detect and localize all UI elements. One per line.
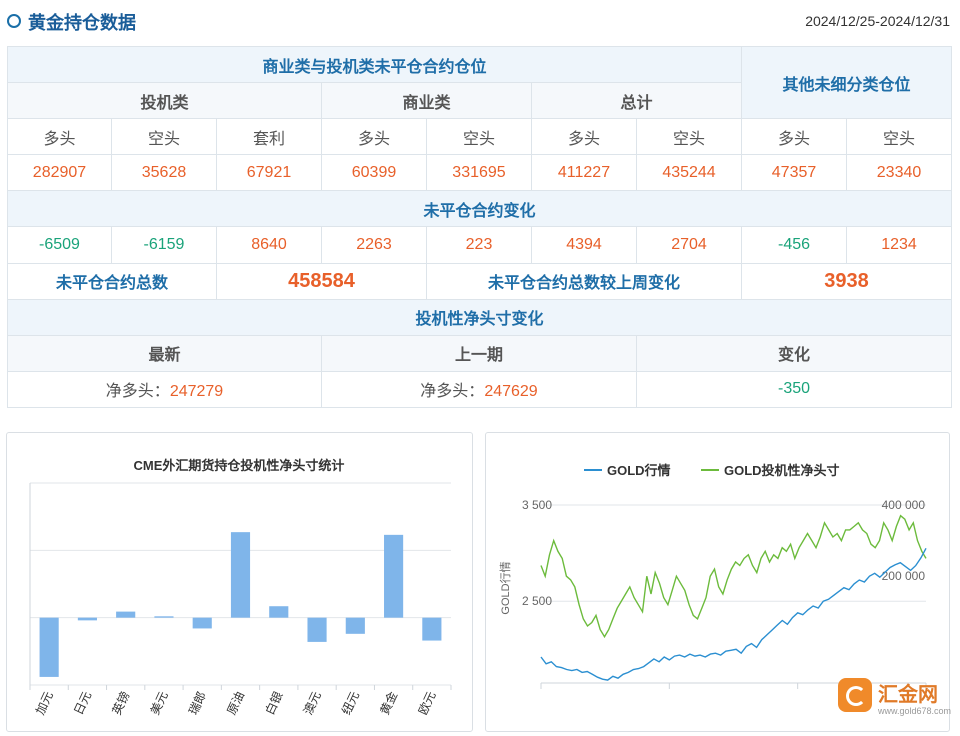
page-header: 黄金持仓数据 2024/12/25-2024/12/31	[0, 0, 960, 44]
watermark-logo-icon	[838, 678, 872, 712]
left-axis-tick: 3 500	[522, 498, 552, 512]
bar-加元	[39, 617, 59, 677]
bar-x-label: 澳元	[301, 689, 324, 717]
bar-x-label: 欧元	[416, 689, 439, 717]
bar-欧元	[422, 617, 442, 641]
bar-chart-panel: CME外汇期货持仓投机性净头寸统计 加元 日元 英镑 美元 瑞郎 原油 白银 澳元 纽元 黄金 欧元	[6, 432, 473, 732]
col-long: 多头	[7, 118, 112, 156]
bar-白银	[269, 606, 289, 618]
value-cell: 23340	[846, 154, 953, 192]
change-title: 未平仓合约变化	[6, 190, 953, 228]
bar-原油	[230, 532, 251, 618]
series-gold-price	[540, 547, 927, 681]
y-axis-label: GOLD行情	[499, 561, 512, 614]
legend-net-label: GOLD投机性净头寸	[724, 463, 840, 478]
date-range: 2024/12/25-2024/12/31	[805, 13, 950, 29]
change-cell: 223	[426, 226, 532, 264]
bar-x-label: 黄金	[377, 689, 401, 717]
net-previous-value: 247629	[484, 383, 538, 401]
change-cell: 2263	[321, 226, 427, 264]
bar-纽元	[345, 617, 365, 634]
change-cell: 4394	[531, 226, 637, 264]
legend-gold-label: GOLD行情	[607, 463, 671, 478]
bar-美元	[154, 616, 174, 618]
bar-瑞郎	[192, 617, 212, 629]
value-cell: 60399	[321, 154, 427, 192]
oi-change-value: 3938	[741, 262, 953, 300]
watermark-name: 汇金网	[878, 684, 938, 706]
bar-澳元	[307, 617, 327, 642]
speculative-header: 投机类	[7, 82, 322, 120]
series-gold-net-position	[540, 514, 927, 639]
bar-x-label: 美元	[148, 689, 171, 717]
watermark-site: www.gold678.com	[878, 706, 952, 716]
col-short: 空头	[111, 118, 217, 156]
oi-total-value: 458584	[216, 262, 427, 300]
col-arb: 套利	[216, 118, 322, 156]
col-long: 多头	[321, 118, 427, 156]
title-circle-icon	[7, 14, 21, 28]
net-change-header: 变化	[635, 334, 953, 372]
change-cell: 1234	[846, 226, 953, 264]
value-cell: 411227	[531, 154, 637, 192]
net-latest-value: 247279	[169, 383, 224, 401]
commercial-header: 商业类	[321, 82, 532, 120]
bar-x-label: 英镑	[109, 689, 133, 717]
group-title: 商业类与投机类未平仓合约仓位	[6, 45, 743, 84]
value-cell: 331695	[426, 154, 532, 192]
bar-x-label: 瑞郎	[186, 689, 209, 717]
change-cell: 2704	[635, 226, 743, 264]
bar-黄金	[384, 534, 404, 618]
bar-日元	[77, 617, 97, 621]
right-axis-tick: 200 000	[882, 569, 926, 583]
change-cell: -456	[741, 226, 848, 264]
value-cell: 67921	[216, 154, 322, 192]
value-cell: 435244	[635, 154, 743, 192]
value-cell: 47357	[741, 154, 848, 192]
change-cell: -6159	[111, 226, 217, 264]
watermark: 汇金网 www.gold678.com	[838, 674, 952, 724]
net-previous-header: 上一期	[321, 334, 637, 372]
net-latest-cell: 净多头：247279	[7, 370, 322, 409]
net-title: 投机性净头寸变化	[6, 298, 953, 336]
total-header: 总计	[530, 82, 743, 120]
change-cell: -6509	[7, 226, 112, 264]
bar-英镑	[116, 611, 136, 618]
net-previous-prefix: 净多头：	[420, 383, 485, 401]
net-latest-header: 最新	[7, 334, 322, 372]
bar-x-label: 纽元	[339, 689, 362, 717]
bar-x-label: 白银	[262, 689, 286, 717]
bar-chart-title: CME外汇期货持仓投机性净头寸统计	[134, 458, 345, 473]
net-previous-cell: 净多头：247629	[321, 370, 637, 409]
bar-x-label: 加元	[33, 689, 56, 717]
bar-x-label: 日元	[71, 689, 94, 717]
oi-change-label: 未平仓合约总数较上周变化	[425, 262, 743, 300]
bar-chart: CME外汇期货持仓投机性净头寸统计 加元 日元 英镑 美元 瑞郎 原油 白银 澳元 纽元 黄金 欧元	[29, 458, 452, 717]
other-title: 其他未细分类仓位	[741, 45, 953, 120]
net-change-value: -350	[635, 370, 953, 409]
value-cell: 282907	[7, 154, 112, 192]
right-axis-tick: 400 000	[882, 498, 926, 512]
page-title: 黄金持仓数据	[28, 13, 136, 33]
col-short: 空头	[846, 118, 953, 156]
col-long: 多头	[741, 118, 848, 156]
bar-x-label: 原油	[224, 689, 247, 717]
value-cell: 35628	[111, 154, 217, 192]
net-latest-prefix: 净多头：	[105, 383, 170, 401]
col-short: 空头	[635, 118, 743, 156]
position-table: 商业类与投机类未平仓合约仓位 其他未细分类仓位 投机类 商业类 总计 多头 空头…	[6, 45, 953, 409]
col-long: 多头	[531, 118, 637, 156]
left-axis-tick: 2 500	[522, 594, 552, 608]
col-short: 空头	[426, 118, 532, 156]
oi-total-label: 未平仓合约总数	[7, 262, 217, 300]
change-cell: 8640	[216, 226, 322, 264]
